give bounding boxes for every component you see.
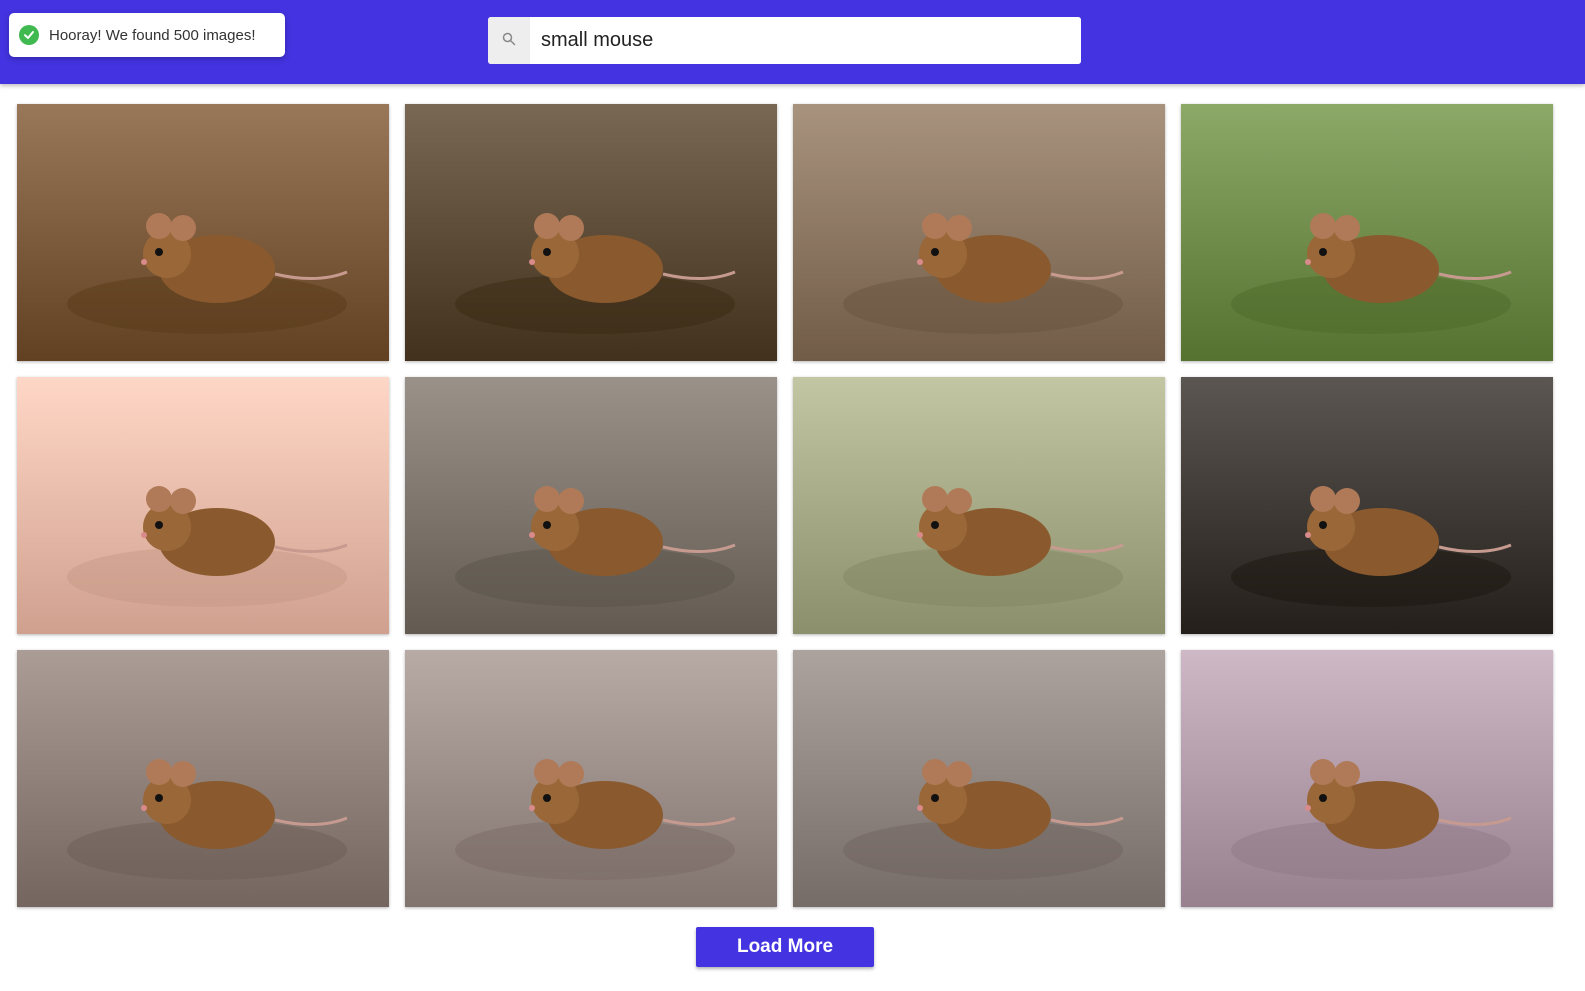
search-input[interactable]	[530, 17, 1081, 64]
gallery-image[interactable]	[17, 650, 389, 907]
image-gallery	[17, 104, 1553, 907]
search-icon	[502, 32, 516, 49]
gallery-image[interactable]	[405, 650, 777, 907]
gallery-image[interactable]	[17, 104, 389, 361]
gallery-image[interactable]	[1181, 104, 1553, 361]
load-more-button[interactable]: Load More	[696, 927, 874, 967]
gallery-image[interactable]	[405, 377, 777, 634]
gallery-image[interactable]	[1181, 377, 1553, 634]
gallery-image[interactable]	[793, 377, 1165, 634]
gallery-image[interactable]	[793, 650, 1165, 907]
search-button[interactable]	[488, 17, 530, 64]
gallery-image[interactable]	[17, 377, 389, 634]
gallery-image[interactable]	[1181, 650, 1553, 907]
notification-message: Hooray! We found 500 images!	[49, 26, 256, 44]
gallery-image[interactable]	[405, 104, 777, 361]
success-notification: Hooray! We found 500 images!	[9, 13, 285, 57]
check-circle-icon	[19, 25, 39, 45]
search-form	[488, 17, 1081, 64]
gallery-image[interactable]	[793, 104, 1165, 361]
app-header: Hooray! We found 500 images!	[0, 0, 1585, 84]
